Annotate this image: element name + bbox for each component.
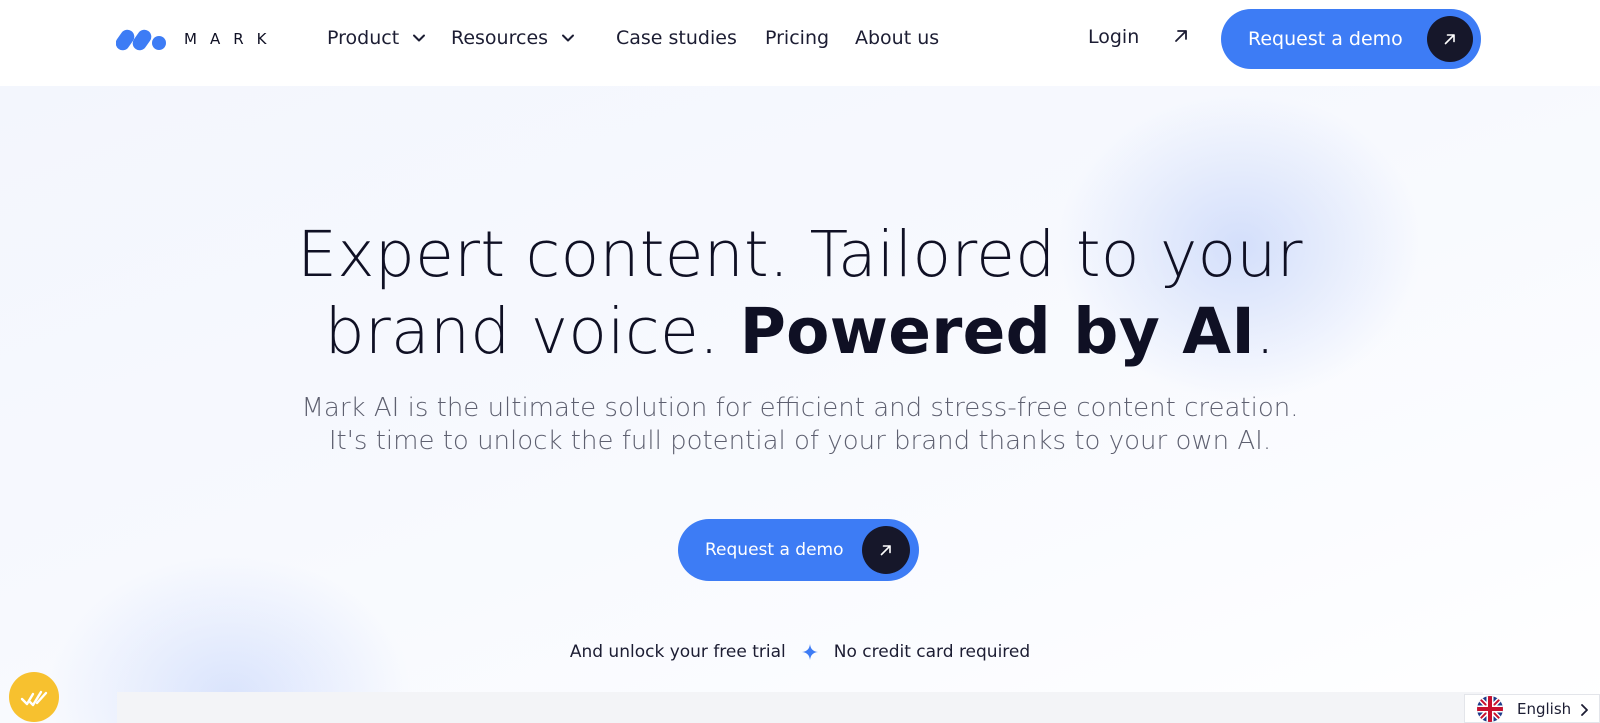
language-label: English: [1517, 699, 1572, 718]
chevron-right-icon: [1581, 704, 1588, 716]
login-link[interactable]: Login: [1088, 22, 1139, 52]
hero-request-demo-button[interactable]: Request a demo: [678, 519, 919, 581]
arrow-up-right-icon: [862, 526, 910, 574]
nav-item-about-us[interactable]: About us: [855, 22, 939, 54]
chevron-down-icon: [562, 34, 575, 42]
site-header: MARK Product Resources Case studies Pric…: [0, 0, 1600, 86]
nav-item-pricing[interactable]: Pricing: [765, 22, 829, 54]
header-request-demo-button[interactable]: Request a demo: [1221, 9, 1481, 69]
nav-item-label: Pricing: [765, 27, 830, 49]
free-trial-text: And unlock your free trial: [569, 642, 786, 662]
arrow-up-right-icon[interactable]: [1172, 27, 1190, 45]
hero-title: Expert content. Tailored to your brand v…: [0, 216, 1600, 370]
nav-item-resources[interactable]: Resources: [451, 22, 576, 54]
logo-text: MARK: [184, 30, 280, 48]
nav-item-label: Case studies: [616, 27, 737, 49]
no-credit-card-text: No credit card required: [833, 642, 1031, 662]
button-label: Request a demo: [705, 540, 844, 560]
mark-logo-icon: [116, 29, 166, 51]
product-preview-panel: [117, 692, 1483, 723]
nav-item-label: About us: [855, 27, 940, 49]
hero-title-line-1: Expert content. Tailored to your: [297, 218, 1303, 291]
nav-item-case-studies[interactable]: Case studies: [616, 22, 737, 54]
nav-item-product[interactable]: Product: [327, 22, 427, 54]
arrow-up-right-icon: [1427, 16, 1473, 62]
hero-title-bold: Powered by AI: [739, 295, 1256, 368]
hero-subtitle: Mark AI is the ultimate solution for eff…: [0, 392, 1600, 458]
hero-subtitle-line-1: Mark AI is the ultimate solution for eff…: [301, 393, 1299, 423]
hero-title-period: .: [1255, 295, 1276, 368]
sparkle-icon: [801, 644, 818, 660]
nav-item-label: Product: [327, 27, 400, 49]
trial-note: And unlock your free trial No credit car…: [0, 642, 1600, 662]
checkmarks-widget-icon[interactable]: [9, 672, 59, 722]
hero-subtitle-line-2: It's time to unlock the full potential o…: [328, 426, 1272, 456]
nav-item-label: Resources: [451, 27, 549, 49]
language-selector[interactable]: English: [1464, 694, 1600, 723]
mark-logo[interactable]: MARK: [116, 26, 279, 52]
hero-title-line-2: brand voice.: [324, 295, 740, 368]
chevron-down-icon: [413, 34, 426, 42]
uk-flag-icon: [1477, 695, 1503, 722]
button-label: Request a demo: [1248, 28, 1403, 50]
